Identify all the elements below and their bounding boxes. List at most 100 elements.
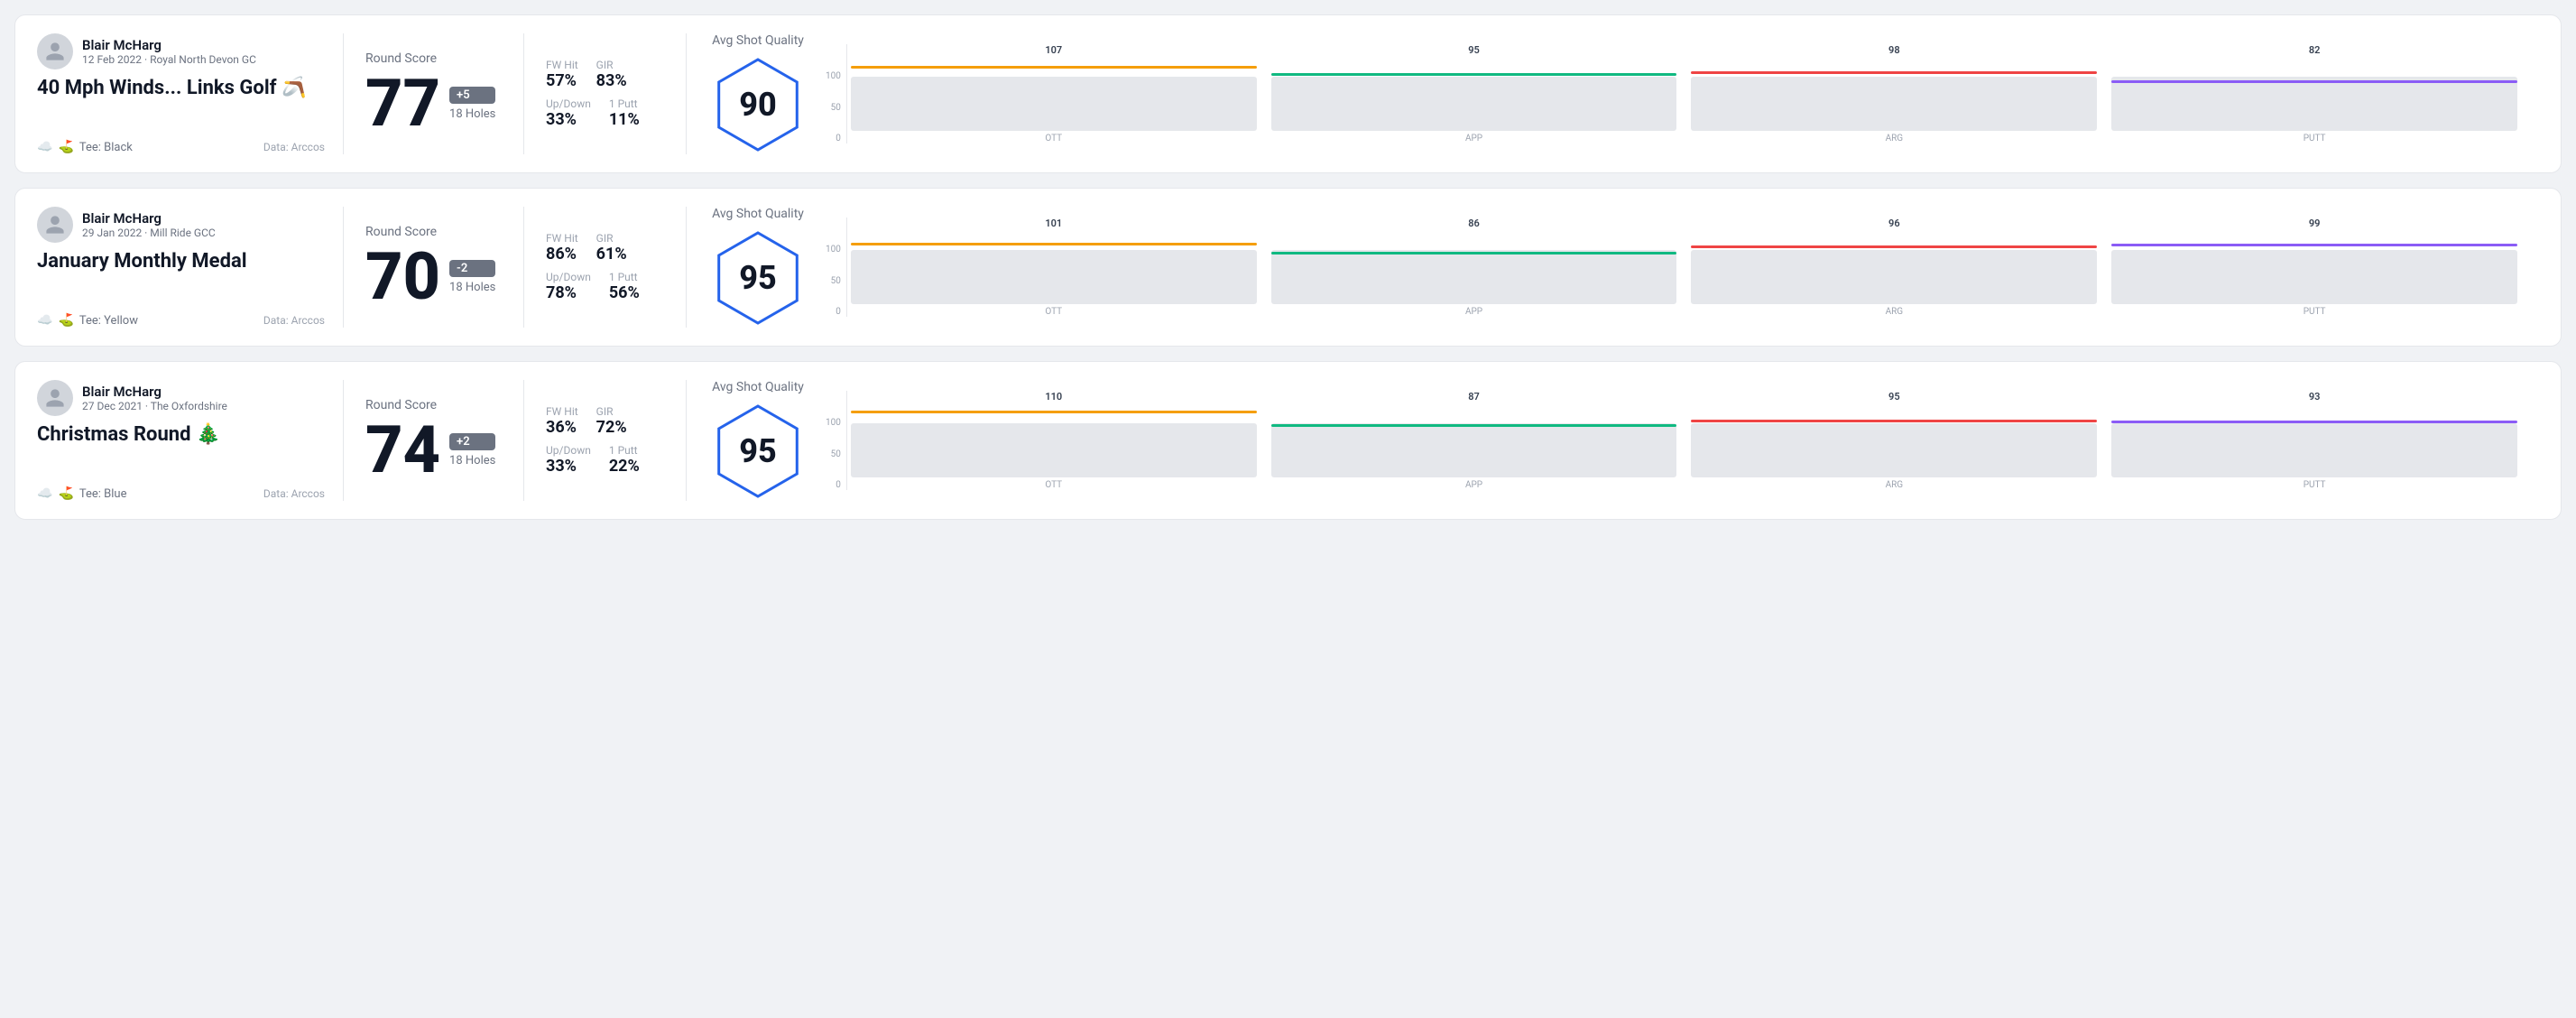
round-title-0: 40 Mph Winds... Links Golf 🪃 xyxy=(37,77,325,99)
gir-label-0: GIR xyxy=(596,59,627,71)
bar-label: OTT xyxy=(1045,134,1062,143)
bar-background xyxy=(1271,250,1677,304)
gir-label-2: GIR xyxy=(596,405,627,418)
bar-background xyxy=(1271,77,1677,131)
bar-group: 98 ARG xyxy=(1691,44,2097,143)
score-holes-1: 18 Holes xyxy=(449,281,495,294)
weather-icon-2: ☁️ xyxy=(37,486,52,501)
user-row-2: Blair McHarg 27 Dec 2021 · The Oxfordshi… xyxy=(37,380,325,416)
bar-value: 82 xyxy=(2309,44,2321,56)
bar-value: 87 xyxy=(1468,391,1480,403)
fw-hit-value-2: 36% xyxy=(546,418,578,437)
stat-row-2-0: Up/Down 33% 1 Putt 11% xyxy=(546,97,664,129)
user-icon-0 xyxy=(44,41,66,62)
bar-label: ARG xyxy=(1886,307,1904,317)
bar-container xyxy=(1691,232,2097,304)
avatar-1 xyxy=(37,207,73,243)
round-title-1: January Monthly Medal xyxy=(37,250,325,273)
score-holes-2: 18 Holes xyxy=(449,454,495,467)
user-row-0: Blair McHarg 12 Feb 2022 · Royal North D… xyxy=(37,33,325,69)
bar-label: PUTT xyxy=(2304,134,2326,143)
score-badge-1: -2 xyxy=(449,260,495,277)
score-number-1: 70 xyxy=(365,245,440,310)
bar-group: 82 PUTT xyxy=(2111,44,2517,143)
user-name-0: Blair McHarg xyxy=(82,37,256,53)
bar-container xyxy=(851,405,1257,477)
bar-marker xyxy=(1691,245,2097,248)
bar-label: PUTT xyxy=(2304,480,2326,490)
round-title-2: Christmas Round 🎄 xyxy=(37,423,325,446)
quality-label-0: Avg Shot Quality xyxy=(712,33,804,48)
bar-container xyxy=(1271,59,1677,131)
bar-group: 86 APP xyxy=(1271,217,1677,317)
bar-label: OTT xyxy=(1045,480,1062,490)
oneputt-0: 1 Putt 11% xyxy=(609,97,640,129)
fw-hit-0: FW Hit 57% xyxy=(546,59,578,90)
score-detail-2: +2 18 Holes xyxy=(449,433,495,467)
user-icon-2 xyxy=(44,387,66,409)
user-info-0: Blair McHarg 12 Feb 2022 · Royal North D… xyxy=(82,37,256,66)
bar-value: 86 xyxy=(1468,217,1480,229)
user-meta-2: 27 Dec 2021 · The Oxfordshire xyxy=(82,400,227,412)
bar-group: 96 ARG xyxy=(1691,217,2097,317)
hexagon-container-2: 95 xyxy=(708,402,808,501)
golf-icon-2: ⛳ xyxy=(58,486,73,501)
bar-value: 110 xyxy=(1045,391,1062,403)
avatar-0 xyxy=(37,33,73,69)
bar-label: APP xyxy=(1465,134,1482,143)
gir-1: GIR 61% xyxy=(596,232,627,264)
bar-background xyxy=(851,77,1257,131)
tee-label-1: Tee: Yellow xyxy=(79,314,138,328)
score-label-1: Round Score xyxy=(365,225,502,239)
oneputt-1: 1 Putt 56% xyxy=(609,271,640,302)
bar-group: 95 ARG xyxy=(1691,391,2097,490)
score-section-1: Round Score 70 -2 18 Holes xyxy=(344,207,524,328)
bottom-row-1: ☁️ ⛳ Tee: Yellow Data: Arccos xyxy=(37,313,325,328)
bar-value: 96 xyxy=(1888,217,1900,229)
bar-container xyxy=(2111,405,2517,477)
oneputt-label-1: 1 Putt xyxy=(609,271,640,283)
bar-label: OTT xyxy=(1045,307,1062,317)
fw-hit-label-1: FW Hit xyxy=(546,232,578,245)
bar-label: APP xyxy=(1465,480,1482,490)
weather-icon-1: ☁️ xyxy=(37,313,52,328)
stats-section-2: FW Hit 36% GIR 72% Up/Down 33% 1 Putt 22… xyxy=(524,380,687,501)
score-detail-0: +5 18 Holes xyxy=(449,87,495,121)
bar-group: 107 OTT xyxy=(851,44,1257,143)
quality-section-1: Avg Shot Quality 95 100 50 0 101 OTT 86 xyxy=(687,207,2539,328)
bar-label: APP xyxy=(1465,307,1482,317)
oneputt-2: 1 Putt 22% xyxy=(609,444,640,476)
left-section-0: Blair McHarg 12 Feb 2022 · Royal North D… xyxy=(37,33,344,154)
updown-label-2: Up/Down xyxy=(546,444,591,457)
quality-left-1: Avg Shot Quality 95 xyxy=(708,207,808,328)
stats-section-0: FW Hit 57% GIR 83% Up/Down 33% 1 Putt 11… xyxy=(524,33,687,154)
score-detail-1: -2 18 Holes xyxy=(449,260,495,294)
data-source-1: Data: Arccos xyxy=(263,314,325,327)
bar-container xyxy=(1691,405,2097,477)
user-info-1: Blair McHarg 29 Jan 2022 · Mill Ride GCC xyxy=(82,210,216,239)
bar-marker xyxy=(1271,252,1677,255)
score-section-2: Round Score 74 +2 18 Holes xyxy=(344,380,524,501)
golf-icon-0: ⛳ xyxy=(58,140,73,154)
golf-icon-1: ⛳ xyxy=(58,313,73,328)
bar-container xyxy=(1271,405,1677,477)
bar-marker xyxy=(1271,73,1677,76)
score-number-2: 74 xyxy=(365,418,440,483)
gir-0: GIR 83% xyxy=(596,59,627,90)
fw-hit-2: FW Hit 36% xyxy=(546,405,578,437)
bar-value: 98 xyxy=(1888,44,1900,56)
bar-value: 95 xyxy=(1468,44,1480,56)
left-section-1: Blair McHarg 29 Jan 2022 · Mill Ride GCC… xyxy=(37,207,344,328)
chart-area-2: 100 50 0 110 OTT 87 APP 95 ARG 93 xyxy=(826,391,2517,490)
bar-group: 99 PUTT xyxy=(2111,217,2517,317)
stats-section-1: FW Hit 86% GIR 61% Up/Down 78% 1 Putt 56… xyxy=(524,207,687,328)
hex-score-1: 95 xyxy=(739,259,777,297)
quality-section-0: Avg Shot Quality 90 100 50 0 107 OTT 95 xyxy=(687,33,2539,154)
stat-row-2-2: Up/Down 33% 1 Putt 22% xyxy=(546,444,664,476)
data-source-2: Data: Arccos xyxy=(263,487,325,500)
fw-hit-value-1: 86% xyxy=(546,245,578,264)
left-section-2: Blair McHarg 27 Dec 2021 · The Oxfordshi… xyxy=(37,380,344,501)
fw-hit-label-2: FW Hit xyxy=(546,405,578,418)
hex-score-0: 90 xyxy=(739,86,777,124)
bar-background xyxy=(1691,250,2097,304)
